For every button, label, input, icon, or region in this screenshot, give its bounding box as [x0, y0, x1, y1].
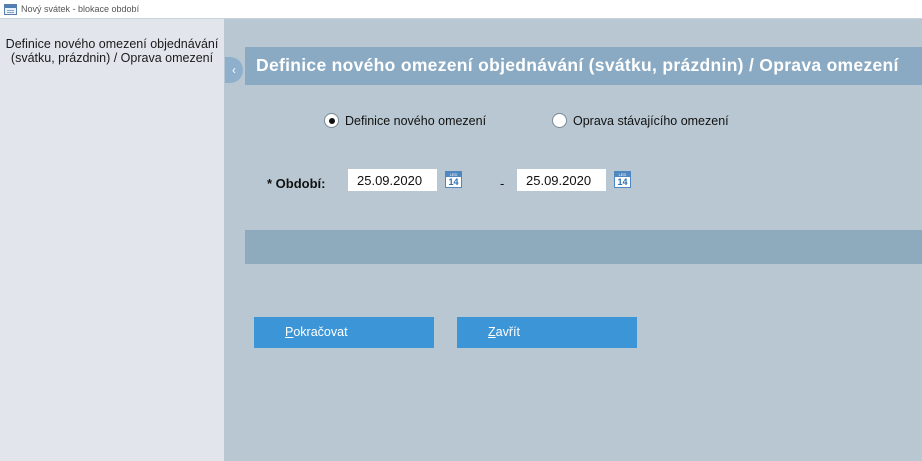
calendar-icon[interactable]: LED 14 [445, 171, 462, 188]
radio-new-restriction[interactable]: Definice nového omezení [324, 113, 486, 128]
radio-button-unchecked[interactable] [552, 113, 567, 128]
window-title: Nový svátek - blokace období [21, 4, 140, 14]
page-title: Definice nového omezení objednávání (svá… [256, 55, 899, 75]
page-header: Definice nového omezení objednávání (svá… [245, 47, 922, 85]
calendar-icon[interactable]: LED 14 [614, 171, 631, 188]
period-separator: - [500, 176, 505, 191]
chevron-left-icon: ‹ [232, 63, 236, 77]
radio-button-checked[interactable] [324, 113, 339, 128]
window-titlebar: Nový svátek - blokace období [0, 0, 922, 19]
radio-label-new-restriction: Definice nového omezení [345, 113, 487, 128]
radio-label-edit-restriction: Oprava stávajícího omezení [573, 113, 729, 128]
close-button[interactable]: Zavřít [457, 317, 637, 348]
sidebar: Definice nového omezení objednávání (svá… [0, 19, 224, 461]
period-to-input[interactable] [517, 169, 606, 191]
period-label: * Období: [267, 176, 326, 191]
sidebar-item-title[interactable]: Definice nového omezení objednávání (svá… [0, 37, 224, 65]
form-window-icon [4, 3, 17, 15]
continue-button[interactable]: Pokračovat [254, 317, 434, 348]
period-from-input[interactable] [348, 169, 437, 191]
radio-edit-restriction[interactable]: Oprava stávajícího omezení [552, 113, 729, 128]
separator-band [245, 230, 922, 264]
